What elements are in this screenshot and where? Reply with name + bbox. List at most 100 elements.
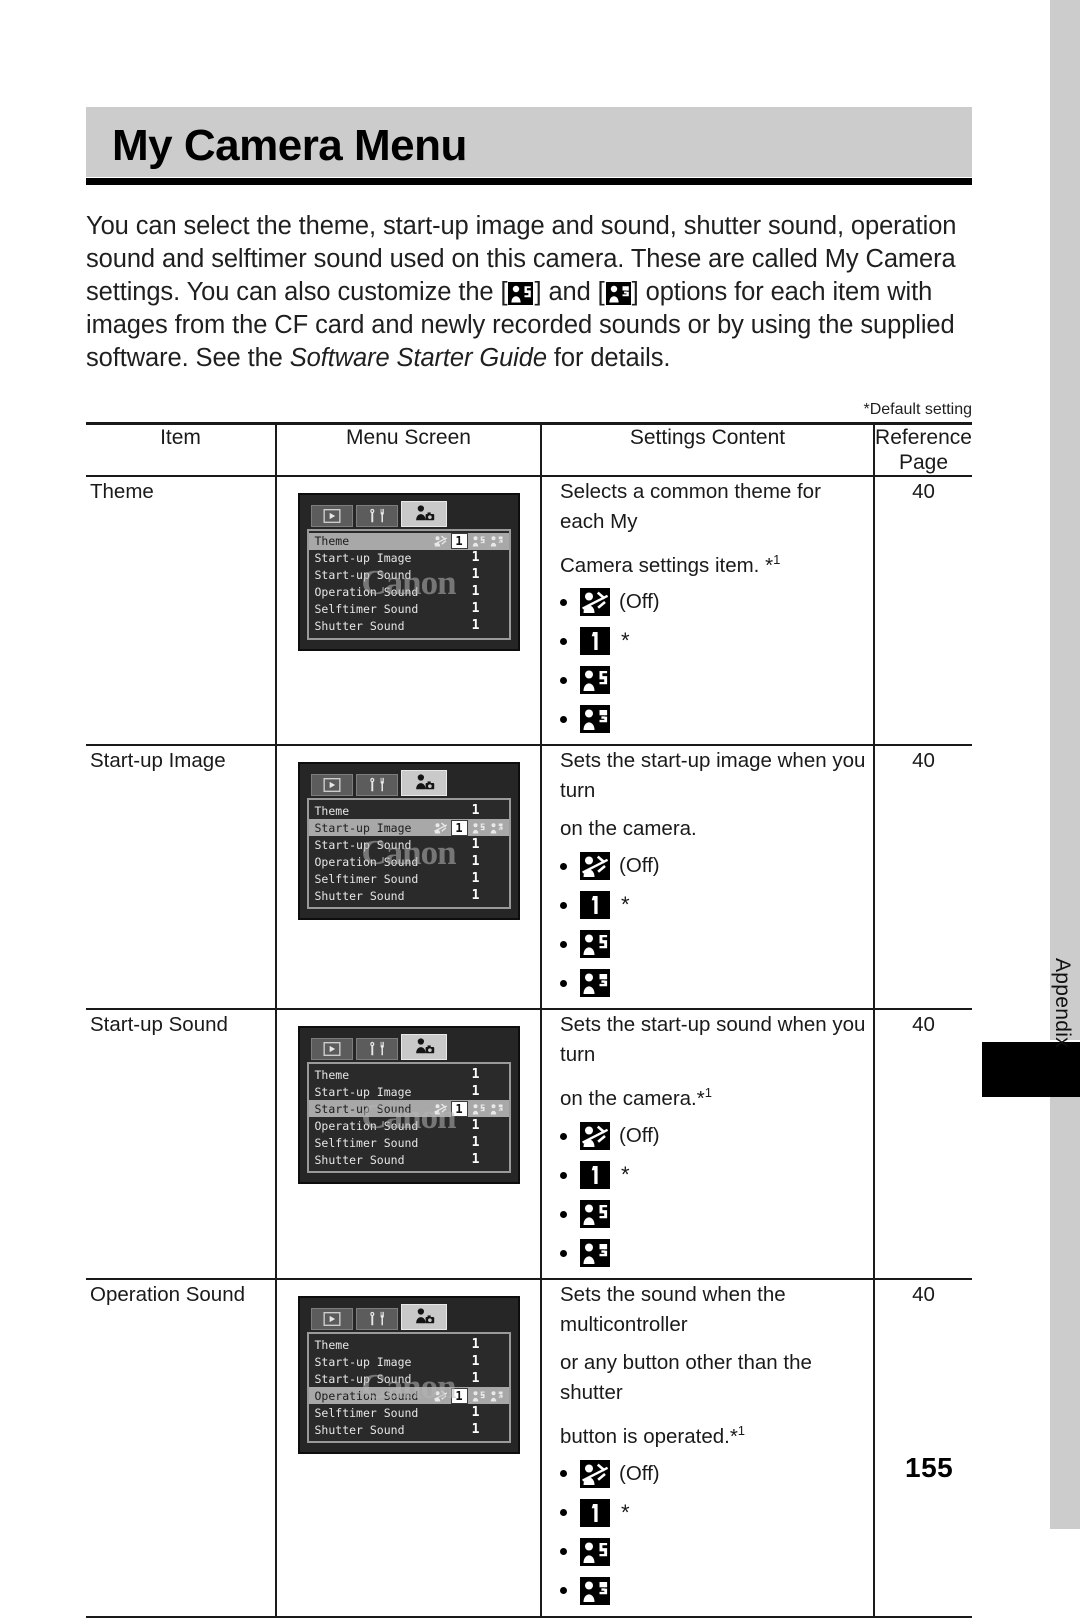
my-camera-1-icon [580, 1161, 610, 1190]
cell-reference-page: 40 [873, 745, 972, 1011]
lcd-menu-list: Theme 1 Start-up Image 1 Start-up Sound 1 Oper… [306, 528, 511, 640]
lcd-menu-list: Theme 1 Start-up Image 1 Start-up Sound 1 Oper… [306, 1332, 511, 1444]
option-item [560, 705, 867, 734]
lcd-tab-bar [307, 1034, 511, 1061]
default-setting-note: *Default setting [863, 400, 972, 418]
bullet-dot [560, 637, 567, 645]
lcd-option-1-selected[interactable]: 1 [450, 533, 468, 549]
column-header-reference-page: Reference Page [873, 421, 972, 477]
lcd-tab-setup-tab-icon[interactable] [355, 504, 398, 527]
description-line: Sets the start-up image when you turn [560, 749, 866, 803]
cell-item-name: Theme [86, 475, 276, 747]
lcd-menu-row[interactable]: Shutter Sound 1 [309, 1151, 509, 1168]
cell-item-name: Start-up Image [86, 745, 276, 1011]
cell-settings-content: Sets the sound when the multicontroller o… [540, 1279, 874, 1618]
bullet-dot [560, 940, 567, 948]
lcd-tab-my-camera-tab-icon[interactable] [400, 770, 447, 797]
camera-lcd-screenshot: Theme 1 Start-up Image 1 Start-up Sound 1 Oper… [297, 492, 520, 651]
bullet-dot [560, 1210, 567, 1218]
option-item [560, 930, 867, 959]
lcd-option-1-selected[interactable]: 1 [450, 819, 468, 836]
lcd-option-off-icon[interactable] [433, 534, 448, 548]
bullet-dot [560, 1171, 567, 1179]
option-item: * [560, 1498, 867, 1527]
description-line: Selects a common theme for each My [560, 479, 821, 533]
bullet-dot [560, 979, 567, 987]
lcd-tab-my-camera-tab-icon[interactable] [400, 500, 447, 527]
lcd-menu-row-value: 1 [471, 887, 480, 903]
camera-lcd-screenshot: Theme 1 Start-up Image 1 Start-up Sound 1 Oper… [297, 762, 520, 921]
description-line: button is operated.*1 [560, 1423, 746, 1448]
page-edge-strip [1050, 0, 1080, 1529]
lcd-option-off-icon[interactable] [433, 1389, 448, 1403]
software-starter-guide-title: Software Starter Guide [289, 344, 547, 372]
my-camera-3-icon [580, 969, 610, 998]
lcd-menu-row-value: 1 [471, 1421, 480, 1437]
option-item: (Off) [560, 852, 867, 881]
lcd-tab-setup-tab-icon[interactable] [355, 774, 398, 797]
my-camera-1-icon [580, 627, 610, 656]
lcd-menu-row-value: 1 [471, 1151, 480, 1167]
my-camera-settings-table: Item Menu Screen Settings Content Refere… [86, 421, 972, 1618]
cell-settings-content: Sets the start-up sound when you turn on … [540, 1009, 874, 1281]
lcd-option-off-icon[interactable] [433, 821, 448, 835]
lcd-option-1-selected[interactable]: 1 [450, 1387, 468, 1404]
lcd-tab-playback-tab-icon[interactable] [310, 1038, 353, 1061]
lcd-option-1-selected[interactable]: 1 [450, 1100, 468, 1117]
lcd-menu-row[interactable]: Shutter Sound 1 [309, 887, 509, 904]
column-header-settings-content: Settings Content [540, 421, 874, 477]
lcd-tab-setup-tab-icon[interactable] [355, 1038, 398, 1061]
option-item [560, 1239, 867, 1268]
lcd-tab-bar [307, 770, 511, 797]
lcd-tab-playback-tab-icon[interactable] [310, 504, 353, 527]
my-camera-1-icon [580, 891, 610, 920]
my-camera-2-icon [580, 1200, 610, 1229]
lcd-menu-list: Theme 1 Start-up Image 1 Start-up Sound 1 Oper… [306, 1062, 511, 1174]
lcd-tab-playback-tab-icon[interactable] [310, 1308, 353, 1331]
option-item [560, 969, 867, 998]
cell-menu-screen: Theme 1 Start-up Image 1 Start-up Sound 1 Oper… [275, 1009, 541, 1281]
cell-reference-page: 40 [873, 1009, 972, 1281]
my-camera-3-icon [580, 705, 610, 734]
cell-menu-screen: Theme 1 Start-up Image 1 Start-up Sound 1 Oper… [275, 1279, 541, 1618]
lcd-menu-row[interactable]: Shutter Sound 1 [309, 1421, 509, 1438]
column-header-menu-screen: Menu Screen [275, 421, 541, 477]
cell-settings-content: Selects a common theme for each My Camera… [540, 475, 874, 747]
description-line: Sets the start-up sound when you turn [560, 1013, 866, 1067]
description-line: Sets the sound when the multicontroller [560, 1283, 786, 1337]
page-content: My Camera Menu You can select the theme,… [86, 0, 972, 1618]
lcd-option-off-icon[interactable] [433, 1102, 448, 1116]
off-icon [580, 1459, 610, 1488]
bullet-dot [560, 901, 567, 909]
lcd-tab-my-camera-tab-icon[interactable] [400, 1034, 447, 1061]
options-list: (Off) * [560, 588, 867, 734]
option-item: (Off) [560, 1459, 867, 1488]
my-camera-2-icon [580, 1537, 610, 1566]
options-list: (Off) * [560, 1459, 867, 1605]
bullet-dot [560, 1249, 567, 1257]
cell-item-name: Operation Sound [86, 1279, 276, 1618]
bullet-dot [560, 1470, 567, 1478]
table-row: Start-up Sound Theme 1 Start-up Image 1 Start… [86, 1009, 972, 1281]
option-item [560, 666, 867, 695]
option-label: (Off) [619, 590, 660, 614]
bullet-dot [560, 676, 567, 684]
lcd-tab-bar [307, 1304, 511, 1331]
intro-paragraph: You can select the theme, start-up image… [86, 210, 972, 375]
cell-settings-content: Sets the start-up image when you turn on … [540, 745, 874, 1011]
camera-lcd-screenshot: Theme 1 Start-up Image 1 Start-up Sound 1 Oper… [297, 1026, 520, 1185]
bullet-dot [560, 1132, 567, 1140]
lcd-tab-setup-tab-icon[interactable] [355, 1308, 398, 1331]
cell-menu-screen: Theme 1 Start-up Image 1 Start-up Sound 1 Oper… [275, 475, 541, 747]
table-row: Operation Sound Theme 1 Start-up Image 1 Star… [86, 1279, 972, 1618]
my-camera-3-icon [580, 1239, 610, 1268]
lcd-tab-my-camera-tab-icon[interactable] [400, 1304, 447, 1331]
lcd-tab-playback-tab-icon[interactable] [310, 774, 353, 797]
default-setting-star: * [621, 1162, 630, 1188]
off-icon [580, 852, 610, 881]
option-label: (Off) [619, 1461, 660, 1485]
default-setting-star: * [621, 628, 630, 654]
description-line: or any button other than the shutter [560, 1351, 812, 1405]
bullet-dot [560, 1509, 567, 1517]
lcd-menu-row[interactable]: Shutter Sound 1 [309, 618, 509, 635]
